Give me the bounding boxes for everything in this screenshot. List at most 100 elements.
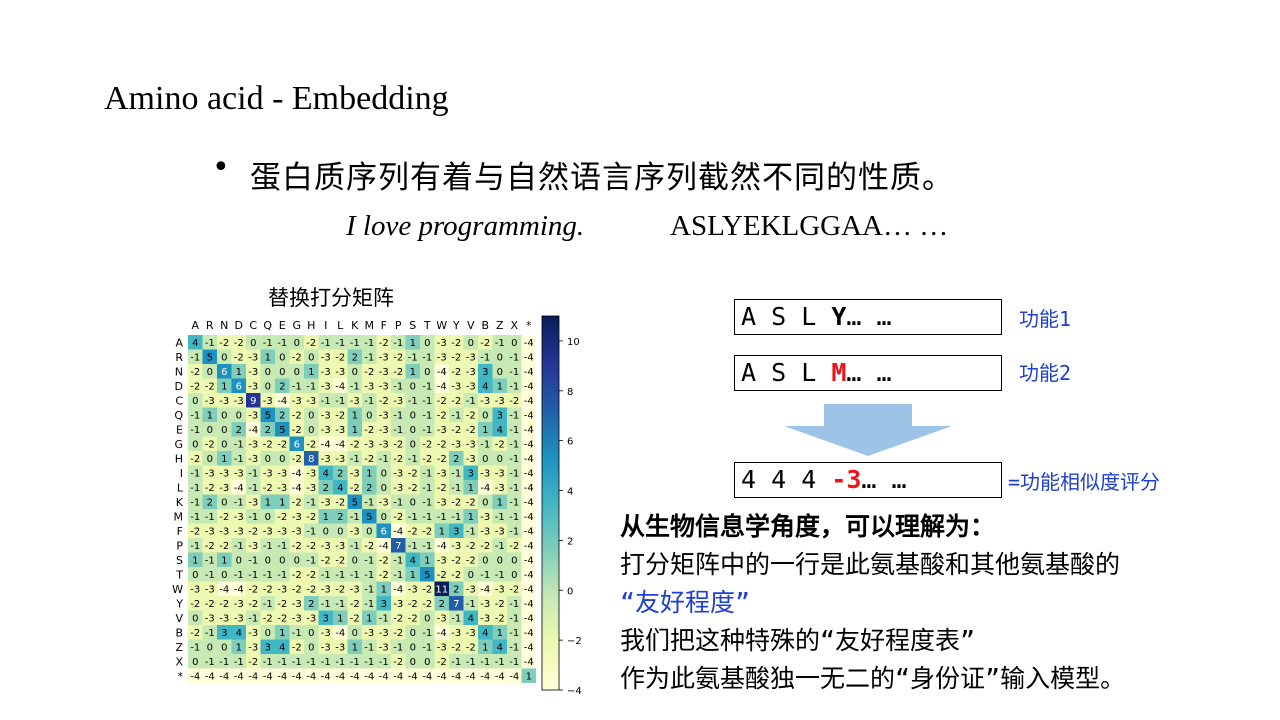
heatmap-cell-value: 1: [236, 642, 242, 653]
example-sequence: ASLYEKLGGAA… …: [670, 210, 949, 242]
seq1-suffix: … …: [846, 302, 892, 331]
heatmap-cell-value: 0: [294, 338, 300, 349]
heatmap-cell-value: -4: [437, 381, 447, 392]
heatmap-cell-value: -2: [393, 512, 403, 523]
function-label-2: 功能2: [1019, 361, 1072, 385]
row-label: I: [180, 467, 183, 480]
heatmap-cell-value: -4: [234, 671, 244, 682]
column-label: L: [337, 319, 344, 332]
heatmap-cell-value: -2: [408, 526, 418, 537]
colorbar-tick-label: −2: [567, 636, 582, 647]
heatmap-cell-value: 5: [424, 570, 430, 581]
heatmap-cell-value: -1: [306, 555, 316, 566]
column-label: Y: [452, 319, 460, 332]
heatmap-cell-value: -3: [219, 483, 229, 494]
seq2-prefix: A S L: [741, 358, 832, 387]
heatmap-cell-value: -2: [350, 613, 360, 624]
heatmap-cell-value: -2: [292, 454, 302, 465]
heatmap-cell-value: -2: [306, 439, 316, 450]
heatmap-cell-value: -3: [466, 584, 476, 595]
column-label: N: [220, 319, 228, 332]
heatmap-cell-value: -4: [393, 526, 403, 537]
heatmap-cell-value: 0: [482, 454, 488, 465]
heatmap-cell-value: -2: [466, 425, 476, 436]
row-label: X: [175, 655, 183, 668]
heatmap-cell-value: -3: [466, 454, 476, 465]
heatmap-cell-value: -4: [379, 671, 389, 682]
colorbar-tick-label: 2: [567, 536, 573, 547]
heatmap-cell-value: -1: [321, 599, 331, 610]
explanation-line-4: 我们把这种特殊的“友好程度表”: [620, 626, 976, 655]
row-label: L: [177, 481, 184, 494]
heatmap-cell-value: 1: [265, 352, 271, 363]
row-label: M: [174, 510, 184, 523]
heatmap-cell-value: 1: [308, 367, 314, 378]
heatmap-cell-value: 1: [468, 483, 474, 494]
heatmap-cell-value: -4: [422, 671, 432, 682]
heatmap-cell-value: 3: [482, 367, 488, 378]
heatmap-cell-value: 1: [482, 425, 488, 436]
heatmap-cell-value: -3: [480, 613, 490, 624]
heatmap-cell-value: 1: [410, 338, 416, 349]
heatmap-cell-value: -3: [321, 584, 331, 595]
heatmap-cell-value: -1: [277, 541, 287, 552]
heatmap-cell-value: 5: [279, 425, 285, 436]
heatmap-cell-value: 0: [410, 410, 416, 421]
heatmap-cell-value: -3: [321, 352, 331, 363]
heatmap-cell-value: -2: [350, 439, 360, 450]
column-label: B: [481, 319, 489, 332]
heatmap-cell-value: -2: [480, 541, 490, 552]
heatmap-cell-value: -4: [524, 541, 534, 552]
row-label: T: [175, 568, 183, 581]
heatmap-cell-value: -1: [306, 657, 316, 668]
heatmap-cell-value: 3: [453, 526, 459, 537]
heatmap-cell-value: -2: [437, 570, 447, 581]
heatmap-cell-value: -1: [364, 599, 374, 610]
heatmap-cell-value: -1: [509, 410, 519, 421]
heatmap-cell-value: 6: [221, 367, 227, 378]
heatmap-cell-value: 0: [424, 613, 430, 624]
heatmap-cell-value: -4: [524, 439, 534, 450]
heatmap-cell-value: -3: [321, 628, 331, 639]
explanation-text: 从生物信息学角度，可以理解为： 打分矩阵中的一行是此氨基酸和其他氨基酸的 “友好…: [620, 508, 1280, 698]
heatmap-cell-value: -3: [277, 468, 287, 479]
heatmap-cell-value: -4: [219, 671, 229, 682]
heatmap-cell-value: -3: [451, 541, 461, 552]
heatmap-cell-value: -1: [364, 642, 374, 653]
heatmap-cell-value: 4: [236, 628, 242, 639]
heatmap-cell-value: 1: [381, 584, 387, 595]
heatmap-cell-value: -4: [480, 671, 490, 682]
heatmap-cell-value: -4: [292, 483, 302, 494]
heatmap-cell-value: -3: [263, 396, 273, 407]
heatmap-cell-value: -3: [335, 367, 345, 378]
heatmap-cell-value: 0: [308, 628, 314, 639]
column-label: P: [395, 319, 402, 332]
heatmap-cell-value: -1: [422, 483, 432, 494]
heatmap-cell-value: 2: [439, 599, 445, 610]
heatmap-cell-value: -2: [234, 352, 244, 363]
heatmap-cell-value: 0: [497, 555, 503, 566]
row-label: B: [175, 626, 183, 639]
heatmap-cell-value: -2: [466, 642, 476, 653]
heatmap-cell-value: -1: [422, 381, 432, 392]
heatmap-cell-value: -1: [422, 468, 432, 479]
heatmap-cell-value: -2: [306, 570, 316, 581]
heatmap-cell-value: -2: [205, 381, 215, 392]
heatmap-cell-value: -4: [524, 454, 534, 465]
heatmap-cell-value: 0: [221, 425, 227, 436]
heatmap-cell-value: -2: [393, 628, 403, 639]
heatmap-cell-value: 0: [279, 454, 285, 465]
heatmap-cell-value: 3: [497, 410, 503, 421]
heatmap-cell-value: -1: [509, 599, 519, 610]
heatmap-cell-value: 1: [497, 497, 503, 508]
down-arrow: [784, 404, 952, 456]
heatmap-cell-value: 4: [497, 425, 503, 436]
heatmap-cell-value: -1: [495, 541, 505, 552]
heatmap-cell-value: 2: [352, 352, 358, 363]
heatmap-cell-value: -1: [451, 410, 461, 421]
heatmap-cell-value: -3: [263, 468, 273, 479]
heatmap-cell-value: -2: [451, 555, 461, 566]
heatmap-cell-value: -4: [524, 367, 534, 378]
heatmap-cell-value: 0: [352, 555, 358, 566]
heatmap-cell-value: -1: [379, 454, 389, 465]
